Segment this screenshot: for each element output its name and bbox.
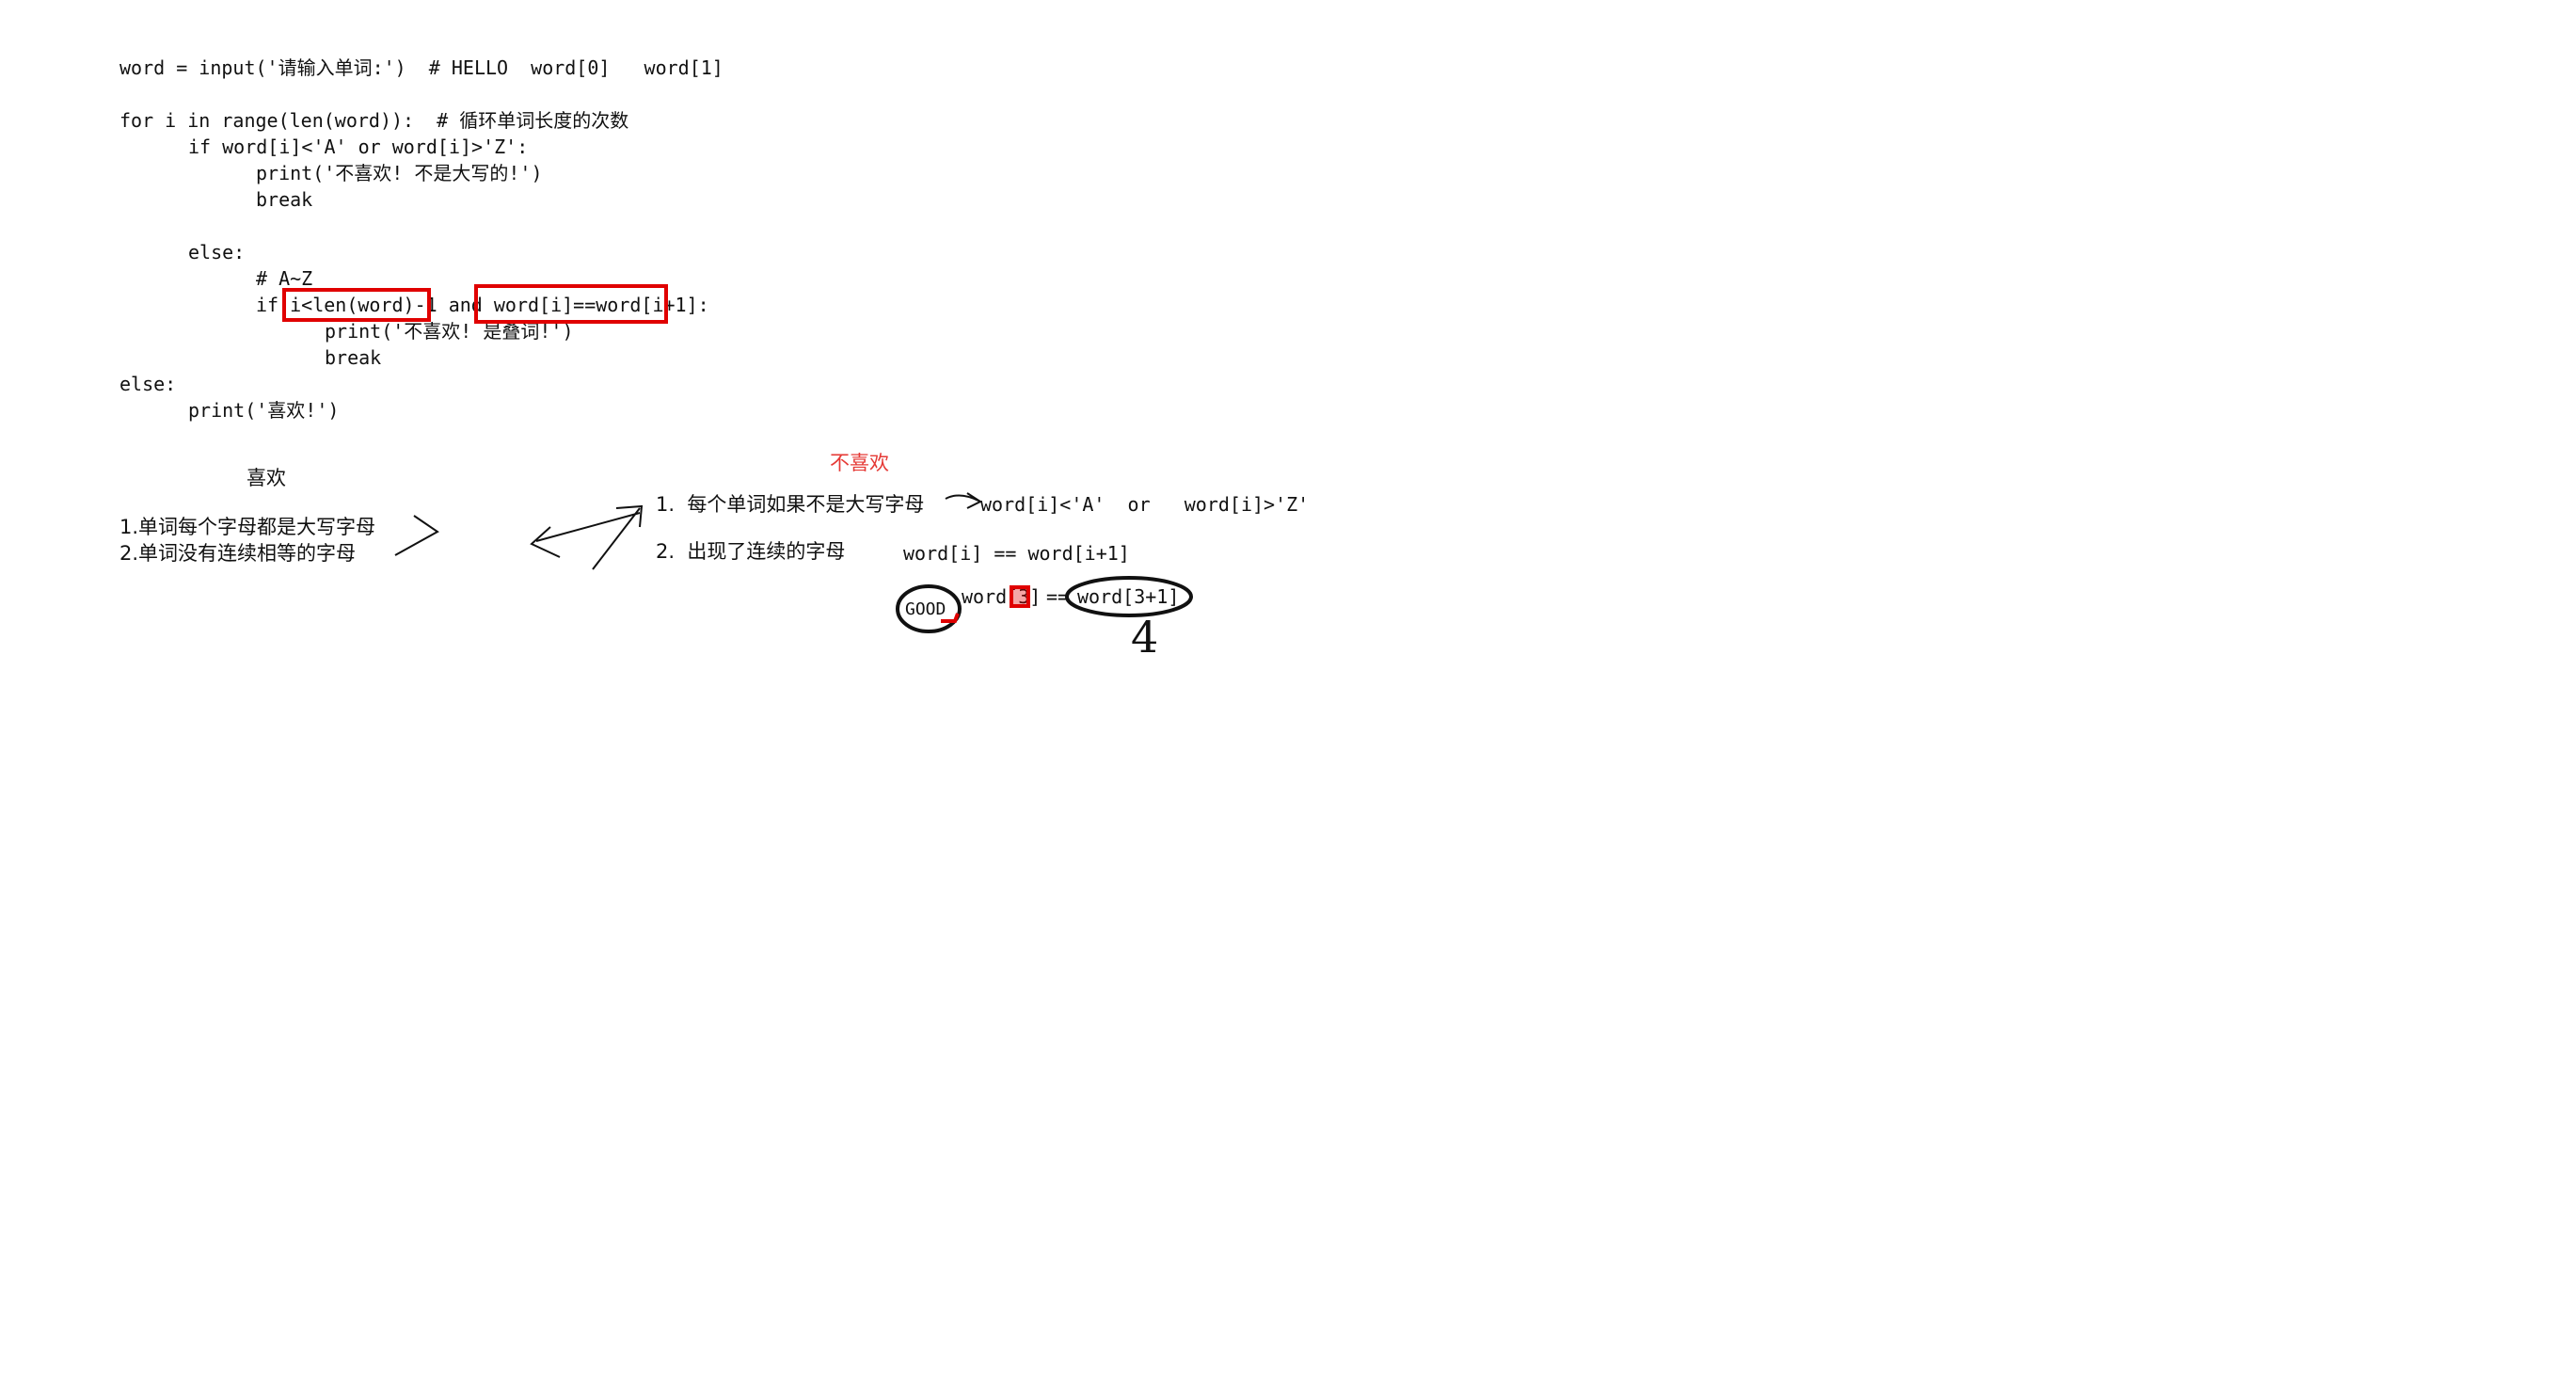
arrow-up-right-icon [592, 504, 644, 570]
arrow-right-icon [945, 492, 983, 509]
ink-annotations [394, 492, 1193, 633]
ellipse-next-index [1065, 576, 1193, 617]
arrow-left-icon [530, 512, 641, 558]
ellipse-good [896, 584, 962, 633]
chevron-right-icon [394, 515, 439, 556]
red-underline-mark [941, 613, 960, 623]
